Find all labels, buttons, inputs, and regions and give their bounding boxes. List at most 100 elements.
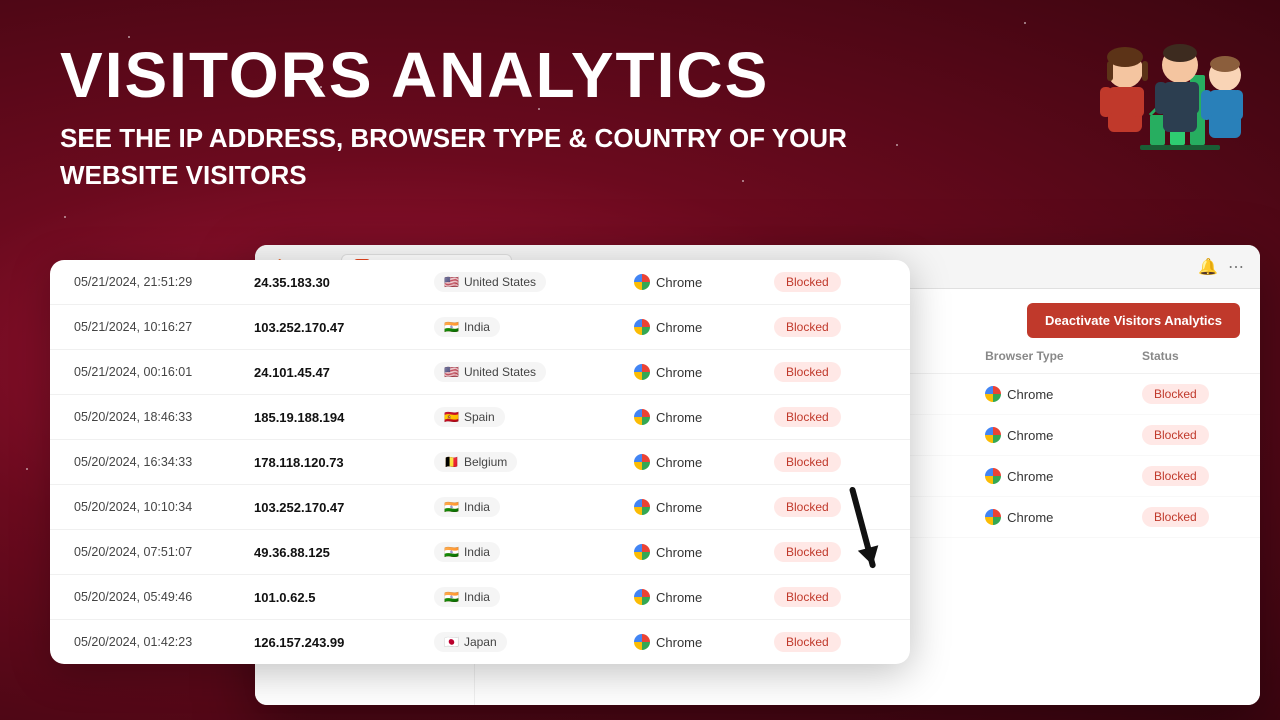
- flag-icon: 🇮🇳: [444, 320, 459, 334]
- browser-name: Chrome: [1007, 510, 1053, 525]
- status-badge: Blocked: [774, 632, 841, 652]
- cell-date: 05/20/2024, 10:10:34: [74, 500, 254, 514]
- cell-status: Blocked: [774, 362, 886, 382]
- country-badge: 🇺🇸 United States: [434, 362, 546, 382]
- header-browser: Browser Type: [985, 349, 1142, 363]
- browser-name: Chrome: [1007, 469, 1053, 484]
- notification-icon[interactable]: 🔔: [1198, 257, 1218, 277]
- cell-ip: 178.118.120.73: [254, 455, 434, 470]
- country-badge: 🇯🇵 Japan: [434, 632, 507, 652]
- status-badge: Blocked: [774, 407, 841, 427]
- country-badge: 🇮🇳 India: [434, 542, 500, 562]
- browser-name: Chrome: [656, 320, 702, 335]
- chrome-icon: [634, 409, 650, 425]
- status-badge: Blocked: [1142, 425, 1209, 445]
- cell-date: 05/21/2024, 21:51:29: [74, 275, 254, 289]
- chrome-icon: [985, 509, 1001, 525]
- table-row: 05/20/2024, 10:10:34 103.252.170.47 🇮🇳 I…: [50, 485, 910, 530]
- cell-browser: Chrome: [634, 364, 774, 380]
- flag-icon: 🇺🇸: [444, 365, 459, 379]
- cell-date: 05/21/2024, 00:16:01: [74, 365, 254, 379]
- country-name: India: [464, 590, 490, 604]
- flag-icon: 🇺🇸: [444, 275, 459, 289]
- browser-name: Chrome: [656, 590, 702, 605]
- status-badge: Blocked: [774, 452, 841, 472]
- cell-ip: 185.19.188.194: [254, 410, 434, 425]
- cell-browser: Chrome: [634, 589, 774, 605]
- flag-icon: 🇮🇳: [444, 500, 459, 514]
- cell-date: 05/20/2024, 05:49:46: [74, 590, 254, 604]
- status-badge: Blocked: [1142, 384, 1209, 404]
- cell-ip: 24.35.183.30: [254, 275, 434, 290]
- cell-ip: 24.101.45.47: [254, 365, 434, 380]
- country-name: India: [464, 500, 490, 514]
- country-name: United States: [464, 275, 536, 289]
- deactivate-button[interactable]: Deactivate Visitors Analytics: [1027, 303, 1240, 338]
- status-badge: Blocked: [774, 317, 841, 337]
- cell-country: 🇮🇳 India: [434, 317, 634, 337]
- flag-icon: 🇪🇸: [444, 410, 459, 424]
- cell-date: 05/20/2024, 16:34:33: [74, 455, 254, 469]
- cell-browser: Chrome: [985, 386, 1142, 402]
- status-badge: Blocked: [774, 587, 841, 607]
- browser-name: Chrome: [656, 545, 702, 560]
- cell-browser: Chrome: [634, 274, 774, 290]
- flag-icon: 🇮🇳: [444, 590, 459, 604]
- cell-status: Blocked: [774, 452, 886, 472]
- cell-status: Blocked: [774, 632, 886, 652]
- browser-name: Chrome: [1007, 387, 1053, 402]
- status-badge: Blocked: [774, 362, 841, 382]
- chrome-icon: [634, 499, 650, 515]
- main-title: VISITORS ANALYTICS: [60, 40, 1220, 110]
- chrome-icon: [634, 274, 650, 290]
- cell-ip: 103.252.170.47: [254, 500, 434, 515]
- chrome-icon: [985, 468, 1001, 484]
- cell-date: 05/20/2024, 07:51:07: [74, 545, 254, 559]
- browser-name: Chrome: [656, 410, 702, 425]
- country-name: Japan: [464, 635, 497, 649]
- chrome-icon: [634, 634, 650, 650]
- table-row: 05/20/2024, 05:49:46 101.0.62.5 🇮🇳 India…: [50, 575, 910, 620]
- chrome-icon: [634, 364, 650, 380]
- country-badge: 🇪🇸 Spain: [434, 407, 505, 427]
- cell-browser: Chrome: [634, 409, 774, 425]
- more-icon[interactable]: ⋯: [1228, 257, 1244, 277]
- country-name: Belgium: [464, 455, 507, 469]
- browser-name: Chrome: [656, 455, 702, 470]
- browser-name: Chrome: [656, 275, 702, 290]
- cell-country: 🇯🇵 Japan: [434, 632, 634, 652]
- table-row: 05/21/2024, 10:16:27 103.252.170.47 🇮🇳 I…: [50, 305, 910, 350]
- country-name: India: [464, 545, 490, 559]
- table-row: 05/21/2024, 21:51:29 24.35.183.30 🇺🇸 Uni…: [50, 260, 910, 305]
- cell-country: 🇺🇸 United States: [434, 362, 634, 382]
- cell-country: 🇮🇳 India: [434, 542, 634, 562]
- cell-status: Blocked: [1142, 507, 1240, 527]
- chrome-icon: [634, 319, 650, 335]
- status-badge: Blocked: [774, 272, 841, 292]
- table-row: 05/20/2024, 18:46:33 185.19.188.194 🇪🇸 S…: [50, 395, 910, 440]
- flag-icon: 🇮🇳: [444, 545, 459, 559]
- cell-date: 05/20/2024, 18:46:33: [74, 410, 254, 424]
- cell-date: 05/21/2024, 10:16:27: [74, 320, 254, 334]
- cell-country: 🇧🇪 Belgium: [434, 452, 634, 472]
- flag-icon: 🇧🇪: [444, 455, 459, 469]
- cell-status: Blocked: [774, 272, 886, 292]
- cell-country: 🇪🇸 Spain: [434, 407, 634, 427]
- browser-name: Chrome: [656, 635, 702, 650]
- country-name: Spain: [464, 410, 495, 424]
- cell-browser: Chrome: [634, 319, 774, 335]
- cell-ip: 103.252.170.47: [254, 320, 434, 335]
- flag-icon: 🇯🇵: [444, 635, 459, 649]
- sub-title: SEE THE IP ADDRESS, BROWSER TYPE & COUNT…: [60, 120, 960, 193]
- cell-browser: Chrome: [985, 427, 1142, 443]
- country-badge: 🇮🇳 India: [434, 497, 500, 517]
- cell-ip: 101.0.62.5: [254, 590, 434, 605]
- chrome-icon: [634, 589, 650, 605]
- cell-status: Blocked: [1142, 425, 1240, 445]
- table-row: 05/20/2024, 16:34:33 178.118.120.73 🇧🇪 B…: [50, 440, 910, 485]
- cell-status: Blocked: [774, 407, 886, 427]
- front-table: 05/21/2024, 21:51:29 24.35.183.30 🇺🇸 Uni…: [50, 260, 910, 664]
- cell-date: 05/20/2024, 01:42:23: [74, 635, 254, 649]
- country-name: India: [464, 320, 490, 334]
- table-row: 05/20/2024, 01:42:23 126.157.243.99 🇯🇵 J…: [50, 620, 910, 664]
